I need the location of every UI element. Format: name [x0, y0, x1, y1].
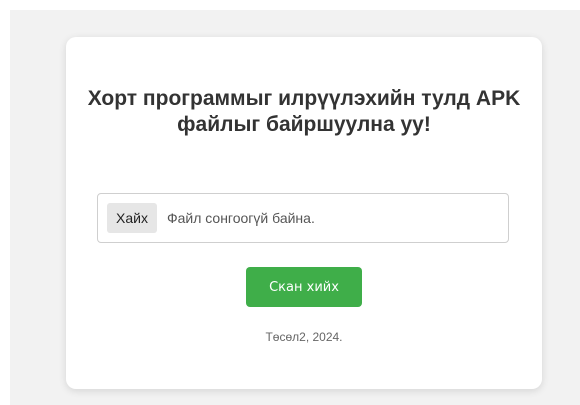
upload-card: Хорт программыг илрүүлэхийн тулд APK фай… [66, 37, 542, 389]
footer-text: Төсөл2, 2024. [265, 330, 343, 344]
upload-title: Хорт программыг илрүүлэхийн тулд APK фай… [87, 87, 521, 136]
page-background: Хорт программыг илрүүлэхийн тулд APK фай… [10, 10, 580, 405]
apk-file-input[interactable]: Хайх Файл сонгоогүй байна. [97, 193, 509, 243]
browse-button[interactable]: Хайх [107, 203, 157, 233]
scan-button[interactable]: Скан хийх [246, 267, 362, 307]
file-status-text: Файл сонгоогүй байна. [166, 210, 315, 226]
